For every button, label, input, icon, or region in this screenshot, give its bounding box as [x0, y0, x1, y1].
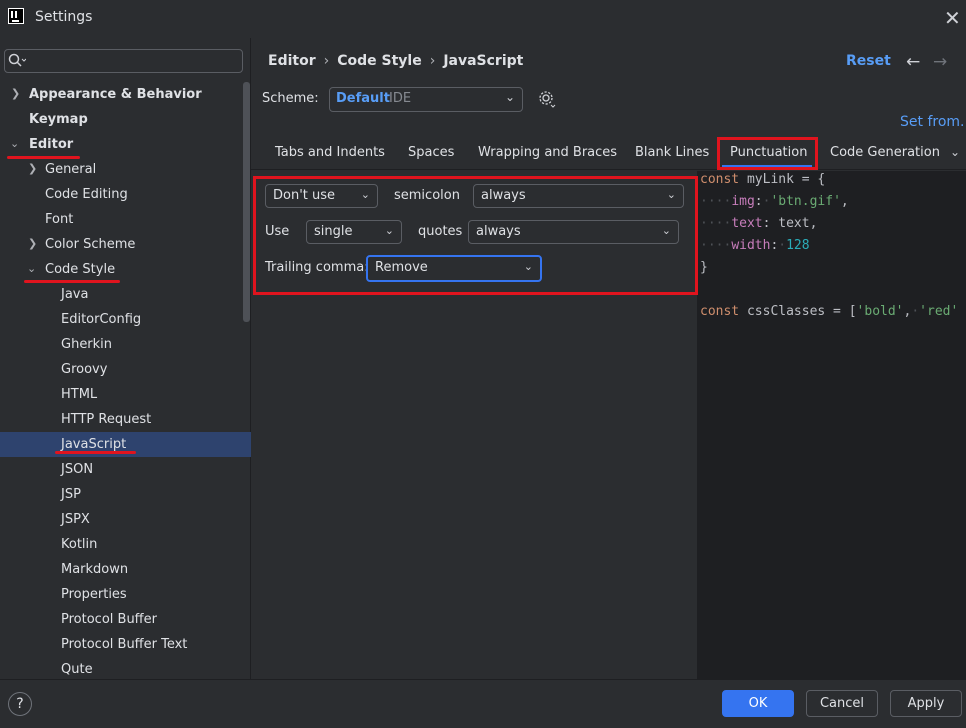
sidebar-item-groovy[interactable]: Groovy: [61, 357, 107, 382]
annotation-underline-editor: [7, 156, 80, 159]
gear-icon[interactable]: [538, 90, 556, 108]
sidebar-item-appearance[interactable]: Appearance & Behavior: [29, 82, 202, 107]
apply-button[interactable]: Apply: [890, 690, 962, 717]
annotation-underline-code-style: [24, 280, 120, 283]
chevron-down-icon[interactable]: ⌄: [10, 137, 19, 150]
annotation-box-form: [253, 176, 698, 295]
code-line: const myLink = {: [700, 172, 825, 187]
code-number: 128: [786, 238, 810, 253]
sidebar-item-code-editing[interactable]: Code Editing: [45, 182, 128, 207]
code-preview: const myLink = { ····img:·'btn.gif', ···…: [697, 171, 966, 679]
sidebar-item-markdown[interactable]: Markdown: [61, 557, 128, 582]
code-keyword: const: [700, 304, 740, 319]
close-icon[interactable]: ✕: [944, 6, 961, 30]
back-arrow-icon[interactable]: ←: [906, 52, 920, 72]
code-property: width: [731, 238, 771, 253]
app-logo-icon: [8, 8, 24, 24]
sidebar-item-general[interactable]: General: [45, 157, 96, 182]
code-property: img: [731, 194, 755, 209]
window-title: Settings: [35, 9, 93, 25]
tab-code-generation[interactable]: Code Generation: [830, 145, 940, 160]
code-property: text: [731, 216, 763, 231]
scheme-label: Scheme:: [262, 91, 319, 106]
code-string: 'bold': [856, 304, 904, 319]
tab-wrapping-and-braces[interactable]: Wrapping and Braces: [478, 145, 617, 160]
sidebar-item-keymap[interactable]: Keymap: [29, 107, 88, 132]
breadcrumb-separator: ›: [323, 53, 330, 69]
sidebar-item-http-request[interactable]: HTTP Request: [61, 407, 151, 432]
forward-arrow-icon[interactable]: →: [933, 52, 947, 72]
code-string: 'red': [919, 304, 959, 319]
sidebar-item-editorconfig[interactable]: EditorConfig: [61, 307, 141, 332]
sidebar-item-code-style[interactable]: Code Style: [45, 257, 115, 282]
scheme-value: Default: [336, 91, 390, 106]
ok-button[interactable]: OK: [722, 690, 794, 717]
sidebar-item-kotlin[interactable]: Kotlin: [61, 532, 97, 557]
reset-link[interactable]: Reset: [846, 53, 891, 69]
annotation-box-punctuation-tab: [717, 137, 818, 170]
code-text: text,: [770, 216, 818, 231]
sidebar-item-font[interactable]: Font: [45, 207, 73, 232]
sidebar-item-jsp[interactable]: JSP: [61, 482, 81, 507]
sidebar-item-java[interactable]: Java: [61, 282, 88, 307]
cancel-button[interactable]: Cancel: [806, 690, 878, 717]
breadcrumb-editor: Editor: [268, 53, 316, 69]
sidebar-item-color-scheme[interactable]: Color Scheme: [45, 232, 135, 257]
chevron-down-icon[interactable]: ⌄: [950, 145, 960, 159]
chevron-down-icon[interactable]: ⌄: [27, 262, 36, 275]
code-keyword: const: [700, 172, 740, 187]
code-line: ····width:·128: [700, 238, 810, 253]
sidebar-scrollbar[interactable]: [243, 82, 250, 322]
help-button[interactable]: ?: [8, 692, 32, 716]
breadcrumb-javascript: JavaScript: [443, 53, 524, 69]
tab-spaces[interactable]: Spaces: [408, 145, 454, 160]
scheme-scope: IDE: [389, 91, 412, 106]
code-line: }: [700, 260, 708, 275]
breadcrumb-separator: ›: [429, 53, 436, 69]
sidebar-item-gherkin[interactable]: Gherkin: [61, 332, 112, 357]
breadcrumb: Editor › Code Style › JavaScript: [268, 53, 523, 69]
code-string: 'btn.gif': [770, 194, 841, 209]
search-input[interactable]: [4, 49, 243, 73]
code-text: myLink = {: [739, 172, 826, 187]
annotation-underline-javascript: [55, 451, 136, 454]
tab-blank-lines[interactable]: Blank Lines: [635, 145, 709, 160]
sidebar-item-protocol-buffer[interactable]: Protocol Buffer: [61, 607, 157, 632]
code-line: ····text: text,: [700, 216, 818, 231]
tab-tabs-and-indents[interactable]: Tabs and Indents: [275, 145, 385, 160]
sidebar-item-jspx[interactable]: JSPX: [61, 507, 90, 532]
code-text: cssClasses = [: [739, 304, 857, 319]
set-from-link[interactable]: Set from...: [900, 114, 966, 130]
sidebar-item-protocol-buffer-text[interactable]: Protocol Buffer Text: [61, 632, 187, 657]
title-bar: [0, 0, 966, 36]
sidebar-item-editor[interactable]: Editor: [29, 132, 73, 157]
code-line: const cssClasses = ['bold',·'red': [700, 304, 959, 319]
sidebar-item-html[interactable]: HTML: [61, 382, 97, 407]
chevron-right-icon[interactable]: ❯: [28, 237, 37, 250]
chevron-down-icon: ⌄: [505, 90, 516, 104]
chevron-right-icon[interactable]: ❯: [11, 87, 20, 100]
code-line: ····img:·'btn.gif',: [700, 194, 849, 209]
chevron-right-icon[interactable]: ❯: [28, 162, 37, 175]
sidebar-item-properties[interactable]: Properties: [61, 582, 127, 607]
sidebar-item-json[interactable]: JSON: [61, 457, 93, 482]
search-icon: [8, 53, 26, 67]
breadcrumb-code-style: Code Style: [337, 53, 422, 69]
